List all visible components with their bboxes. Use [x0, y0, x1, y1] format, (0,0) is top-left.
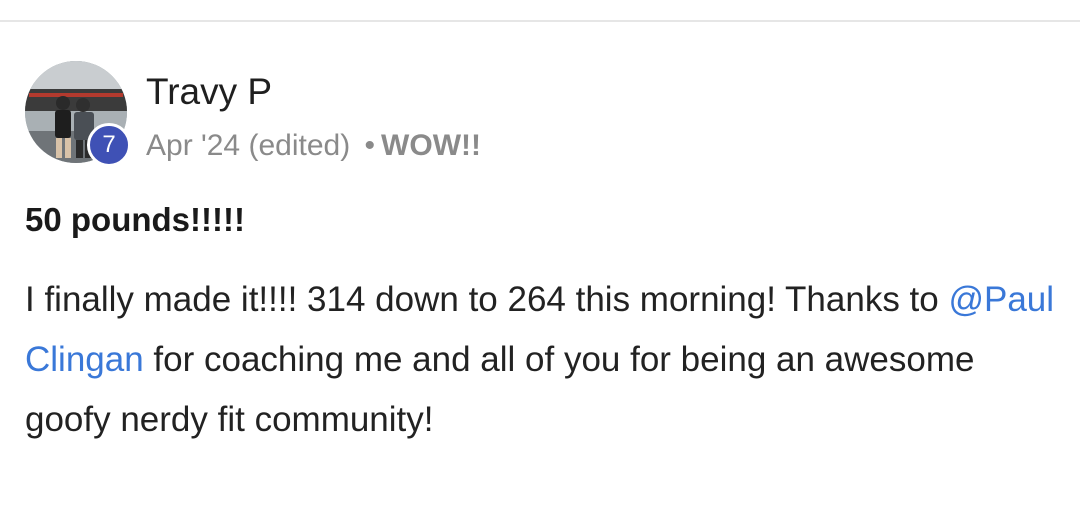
post-date[interactable]: Apr '24 [146, 129, 240, 162]
post-card: 7 Travy P Apr '24 (edited) • WOW!! 50 pou… [0, 0, 1080, 510]
post-body-text: for coaching me and all of you for being… [25, 340, 975, 439]
post-meta: Apr '24 (edited) • WOW!! [146, 126, 481, 166]
post-title: 50 pounds!!!!! [25, 201, 245, 238]
meta-separator: • [364, 129, 376, 162]
edited-indicator[interactable]: (edited) [248, 129, 350, 162]
post-body-text: I finally made it!!!! 314 down to 264 th… [25, 280, 949, 319]
author-avatar[interactable]: 7 [25, 61, 131, 167]
post-body: I finally made it!!!! 314 down to 264 th… [25, 270, 1060, 450]
author-name[interactable]: Travy P [146, 70, 272, 114]
level-badge: 7 [87, 123, 131, 167]
post-category[interactable]: WOW!! [381, 129, 481, 162]
